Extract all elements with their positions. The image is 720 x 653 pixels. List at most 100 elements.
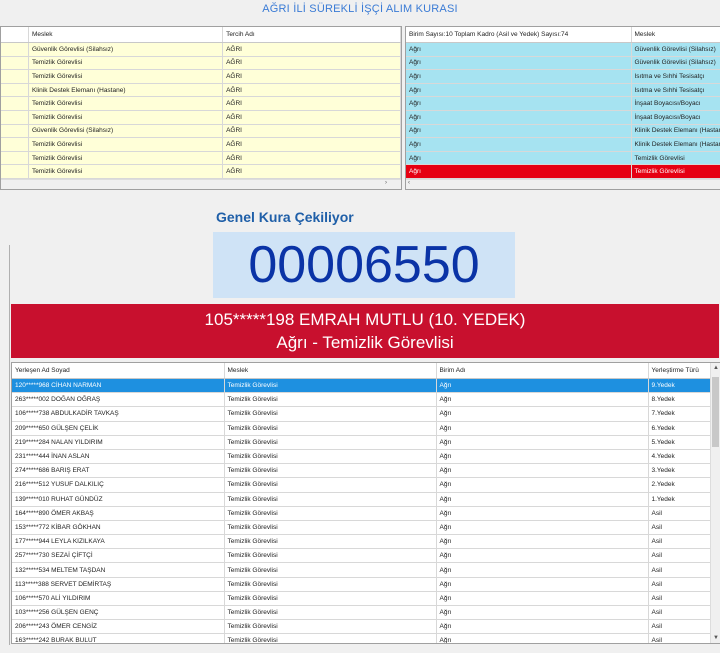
meslek-cell: Temizlik Görevlisi [224, 520, 437, 536]
meslek-cell: Temizlik Görevlisi [28, 110, 224, 125]
table-row[interactable]: 106*****570 ALİ YILDIRIM Temizlik Görevli… [12, 591, 711, 607]
column-header-birim[interactable]: Birim Sayısı:10 Toplam Kadro (Asil ve Ye… [406, 27, 632, 43]
table-row[interactable]: 257*****730 SEZAİ ÇİFTÇİ Temizlik Görevli… [12, 548, 711, 564]
preference-header-row: Meslek Tercih Adı [1, 27, 401, 43]
ad-soyad-cell: 206*****243 ÖMER CENGİZ [12, 619, 225, 635]
row-header-cell[interactable] [1, 42, 29, 57]
ad-soyad-cell: 216*****512 YUSUF DALKILIÇ [12, 477, 225, 493]
table-row[interactable]: 153*****772 KİBAR GÖKHAN Temizlik Görevli… [12, 520, 711, 536]
horizontal-scrollbar[interactable]: › [1, 179, 401, 189]
vertical-scrollbar[interactable]: ▲ ▼ [710, 363, 720, 643]
table-row[interactable]: Ağrı İnşaat Boyacısı/Boyacı [406, 96, 720, 111]
birim-cell: Ağrı [406, 110, 632, 125]
ad-soyad-cell: 106*****738 ABDULKADİR TAVKAŞ [12, 406, 225, 422]
table-row[interactable]: Temizlik Görevlisi AĞRI [1, 110, 401, 125]
row-header-cell[interactable] [1, 110, 29, 125]
ad-soyad-cell: 177*****944 LEYLA KIZILKAYA [12, 534, 225, 550]
tercih-cell: AĞRI [222, 42, 401, 57]
table-row[interactable]: Ağrı Güvenlik Görevlisi (Silahsız) [406, 42, 720, 57]
table-row[interactable]: Ağrı Klinik Destek Elemanı (Hastane) [406, 137, 720, 152]
birim-cell: Ağrı [436, 449, 649, 465]
table-row[interactable]: 231*****444 İNAN ASLAN Temizlik Görevlisi… [12, 449, 711, 465]
table-row[interactable]: Temizlik Görevlisi AĞRI [1, 96, 401, 111]
table-row[interactable]: 177*****944 LEYLA KIZILKAYA Temizlik Göre… [12, 534, 711, 550]
table-row[interactable]: Klinik Destek Elemanı (Hastane) AĞRI [1, 83, 401, 98]
row-header-cell[interactable] [1, 164, 29, 179]
birim-cell: Ağrı [436, 619, 649, 635]
table-row[interactable]: 219*****284 NALAN YILDIRIM Temizlik Görev… [12, 435, 711, 450]
table-row[interactable]: Güvenlik Görevlisi (Silahsız) AĞRI [1, 42, 401, 57]
table-row[interactable]: 209*****650 GÜLŞEN ÇELİK Temizlik Görevli… [12, 421, 711, 436]
table-row[interactable]: Ağrı Isıtma ve Sıhhi Tesisatçı [406, 69, 720, 84]
birim-cell: Ağrı [436, 562, 649, 578]
tercih-cell: AĞRI [222, 110, 401, 125]
table-row[interactable]: Güvenlik Görevlisi (Silahsız) AĞRI [1, 124, 401, 139]
table-row[interactable]: 139*****010 RUHAT GÜNDÜZ Temizlik Görevli… [12, 492, 711, 507]
ad-soyad-cell: 132*****534 MELTEM TAŞDAN [12, 562, 225, 578]
table-row[interactable]: 274*****686 BARIŞ ERAT Temizlik Görevlisi… [12, 463, 711, 479]
column-header-tur[interactable]: Yerleştirme Türü [648, 363, 711, 379]
unit-header-row: Birim Sayısı:10 Toplam Kadro (Asil ve Ye… [406, 27, 720, 43]
table-row[interactable]: 120*****968 CİHAN NARMAN Temizlik Görevli… [12, 378, 711, 394]
birim-cell: Ağrı [406, 137, 632, 152]
scroll-up-icon[interactable]: ▲ [713, 365, 719, 371]
table-row[interactable]: 132*****534 MELTEM TAŞDAN Temizlik Görevl… [12, 562, 711, 578]
table-row[interactable]: 113*****388 SERVET DEMİRTAŞ Temizlik Göre… [12, 577, 711, 592]
tur-cell: 9.Yedek [648, 378, 711, 394]
scrollbar-thumb[interactable] [712, 377, 719, 447]
tur-cell: Asil [648, 548, 711, 564]
column-header-meslek[interactable]: Meslek [28, 27, 224, 43]
table-row[interactable]: Ağrı Temizlik Görevlisi [406, 151, 720, 166]
tur-cell: 8.Yedek [648, 392, 711, 408]
meslek-cell: Klinik Destek Elemanı (Hastane) [631, 137, 720, 152]
column-header-birim[interactable]: Birim Adı [436, 363, 649, 379]
table-row[interactable]: 106*****738 ABDULKADİR TAVKAŞ Temizlik Gö… [12, 406, 711, 422]
table-row[interactable]: Temizlik Görevlisi AĞRI [1, 151, 401, 166]
table-row[interactable]: 216*****512 YUSUF DALKILIÇ Temizlik Görev… [12, 477, 711, 493]
preference-grid[interactable]: Meslek Tercih Adı Güvenlik Görevlisi (Si… [0, 26, 402, 190]
tercih-cell: AĞRI [222, 164, 401, 179]
preference-table: Meslek Tercih Adı Güvenlik Görevlisi (Si… [1, 27, 401, 179]
row-header-cell[interactable] [1, 83, 29, 98]
column-header-ad-soyad[interactable]: Yerleşen Ad Soyad [12, 363, 225, 379]
table-row[interactable]: Ağrı Güvenlik Görevlisi (Silahsız) [406, 56, 720, 71]
scroll-left-icon[interactable]: ‹ [408, 180, 410, 186]
table-row[interactable]: 206*****243 ÖMER CENGİZ Temizlik Görevlis… [12, 619, 711, 635]
column-header-meslek[interactable]: Meslek [631, 27, 720, 43]
row-header-cell[interactable] [1, 151, 29, 166]
table-row[interactable]: Ağrı Temizlik Görevlisi [406, 164, 720, 179]
table-row[interactable]: 163*****242 BURAK BULUT Temizlik Görevlis… [12, 633, 711, 643]
row-header-cell[interactable] [1, 137, 29, 152]
horizontal-scrollbar[interactable]: ‹ [406, 179, 720, 189]
table-row[interactable]: Temizlik Görevlisi AĞRI [1, 137, 401, 152]
birim-cell: Ağrı [436, 421, 649, 436]
unit-grid[interactable]: Birim Sayısı:10 Toplam Kadro (Asil ve Ye… [405, 26, 720, 190]
tur-cell: 3.Yedek [648, 463, 711, 479]
scroll-down-icon[interactable]: ▼ [713, 635, 719, 641]
tercih-cell: AĞRI [222, 151, 401, 166]
table-row[interactable]: Ağrı Isıtma ve Sıhhi Tesisatçı [406, 83, 720, 98]
scroll-right-icon[interactable]: › [385, 180, 387, 186]
ad-soyad-cell: 163*****242 BURAK BULUT [12, 633, 225, 643]
results-grid[interactable]: Yerleşen Ad Soyad Meslek Birim Adı Yerle… [11, 362, 720, 644]
table-row[interactable]: 103*****256 GÜLŞEN GENÇ Temizlik Görevlis… [12, 605, 711, 621]
column-header-tercih[interactable]: Tercih Adı [222, 27, 401, 43]
ad-soyad-cell: 231*****444 İNAN ASLAN [12, 449, 225, 465]
table-row[interactable]: Temizlik Görevlisi AĞRI [1, 69, 401, 84]
row-header-cell[interactable] [1, 69, 29, 84]
table-row[interactable]: Ağrı Klinik Destek Elemanı (Hastane) [406, 124, 720, 139]
table-row[interactable]: Temizlik Görevlisi AĞRI [1, 164, 401, 179]
column-header-meslek[interactable]: Meslek [224, 363, 437, 379]
table-row[interactable]: Temizlik Görevlisi AĞRI [1, 56, 401, 71]
table-row[interactable]: Ağrı İnşaat Boyacısı/Boyacı [406, 110, 720, 125]
tur-cell: Asil [648, 534, 711, 550]
row-header-cell[interactable] [1, 124, 29, 139]
birim-cell: Ağrı [436, 577, 649, 592]
row-header-cell[interactable] [1, 56, 29, 71]
meslek-cell: Temizlik Görevlisi [28, 69, 224, 84]
row-header-cell[interactable] [1, 96, 29, 111]
table-row[interactable]: 263*****002 DOĞAN OĞRAŞ Temizlik Görevlis… [12, 392, 711, 408]
table-row[interactable]: 164*****890 ÖMER AKBAŞ Temizlik Görevlisi… [12, 506, 711, 521]
ad-soyad-cell: 263*****002 DOĞAN OĞRAŞ [12, 392, 225, 408]
meslek-cell: Temizlik Görevlisi [224, 506, 437, 521]
